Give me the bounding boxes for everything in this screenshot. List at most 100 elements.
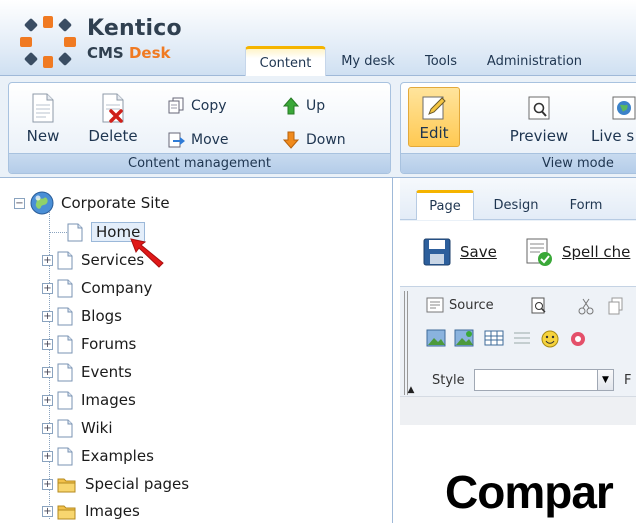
tree-item-label: Forums (81, 335, 137, 353)
cut-icon[interactable] (578, 297, 594, 315)
expand-icon[interactable]: + (42, 478, 53, 490)
tree-item-label: Special pages (85, 475, 190, 493)
tree-item-blogs[interactable]: + Blogs (42, 304, 122, 328)
tab-design[interactable]: Design (486, 190, 546, 220)
table-icon[interactable] (484, 329, 504, 347)
editor-separator (400, 396, 636, 425)
down-button[interactable]: Down (282, 129, 346, 151)
ribbon: New Delete Copy Move Up Down Content man… (0, 76, 636, 178)
tree-item-label: Blogs (81, 307, 122, 325)
expand-icon[interactable]: + (42, 310, 53, 322)
arrow-down-icon (282, 131, 300, 149)
preview-doc-icon[interactable] (530, 297, 548, 315)
expand-icon[interactable]: + (42, 282, 53, 294)
edit-mode-button[interactable]: Edit (408, 87, 460, 147)
new-button[interactable]: New (13, 93, 73, 147)
up-button[interactable]: Up (282, 95, 325, 117)
special-char-icon[interactable] (568, 329, 588, 349)
new-page-icon (32, 93, 54, 123)
expand-icon[interactable]: + (42, 366, 53, 378)
live-site-globe-icon (612, 96, 636, 120)
main-tabs: Content My desk Tools Administration (245, 46, 597, 76)
copy-button[interactable]: Copy (167, 95, 227, 117)
insert-image-icon[interactable] (454, 329, 474, 347)
tree-item-label: Examples (81, 447, 154, 465)
collapse-toolbar-icon[interactable]: ▲ (404, 367, 418, 395)
tree-item-special-pages[interactable]: + Special pages (42, 472, 189, 496)
tree-item-label: Company (81, 279, 153, 297)
page-content-area[interactable]: Compar (400, 425, 636, 523)
expand-icon[interactable]: + (42, 422, 53, 434)
brand-name: Kentico (87, 16, 182, 41)
tab-page[interactable]: Page (416, 190, 474, 220)
tree-item-images[interactable]: + Images (42, 388, 136, 412)
tab-my-desk[interactable]: My desk (326, 46, 410, 76)
kentico-cms-desk: Kentico CMS Desk Content My desk Tools A… (0, 0, 636, 523)
expand-icon[interactable]: + (42, 338, 53, 350)
dropdown-arrow-icon: ▼ (597, 370, 613, 390)
tree-connector (49, 232, 67, 233)
source-icon (426, 297, 444, 313)
view-mode-caption: View mode (401, 153, 636, 173)
page-icon (57, 279, 73, 297)
page-icon (57, 307, 73, 325)
source-button[interactable]: Source (426, 297, 494, 313)
page-toolbar: Save Spell che (400, 221, 636, 286)
tree-root[interactable]: − Corporate Site (14, 191, 170, 215)
spell-check-button[interactable]: Spell che (524, 237, 630, 267)
horizontal-line-icon[interactable] (512, 329, 532, 347)
smiley-icon[interactable] (540, 329, 560, 349)
image-icon[interactable] (426, 329, 446, 347)
folder-icon (57, 478, 76, 492)
content-management-group: New Delete Copy Move Up Down Content man… (8, 82, 391, 174)
style-select[interactable]: ▼ (474, 369, 614, 391)
preview-icon (528, 96, 550, 120)
style-label: Style (432, 373, 465, 388)
tree-root-label: Corporate Site (61, 194, 170, 212)
copy-icon[interactable] (608, 297, 624, 315)
spell-check-icon (526, 238, 552, 266)
expand-icon[interactable]: + (42, 505, 53, 517)
globe-icon (30, 191, 54, 215)
preview-mode-button[interactable]: Preview (501, 93, 577, 147)
tree-item-forums[interactable]: + Forums (42, 332, 136, 356)
page-icon (57, 335, 73, 353)
content-tree: − Corporate Site Home + Services + Compa… (0, 178, 393, 523)
tree-item-label: Images (85, 502, 140, 520)
pointer-arrow-icon (130, 238, 164, 268)
move-icon (168, 132, 185, 148)
tree-item-label: Wiki (81, 419, 113, 437)
tree-item-examples[interactable]: + Examples (42, 444, 154, 468)
content-tree-panel: − Corporate Site Home + Services + Compa… (0, 178, 393, 523)
live-site-button[interactable]: Live s (591, 93, 636, 147)
tree-item-company[interactable]: + Company (42, 276, 152, 300)
expand-icon[interactable]: + (42, 394, 53, 406)
tree-item-events[interactable]: + Events (42, 360, 132, 384)
expand-icon[interactable]: + (42, 254, 53, 266)
save-button[interactable]: Save (422, 237, 497, 267)
tree-item-label: Events (81, 363, 132, 381)
editor-tabs: Page Design Form (400, 178, 636, 220)
expand-icon[interactable]: + (42, 450, 53, 462)
tab-administration[interactable]: Administration (472, 46, 597, 76)
header-bar: Kentico CMS Desk Content My desk Tools A… (0, 0, 636, 76)
tab-form[interactable]: Form (560, 190, 612, 220)
page-icon (57, 251, 73, 269)
tree-item-label: Images (81, 391, 136, 409)
tab-content[interactable]: Content (245, 46, 326, 76)
save-disk-icon (423, 238, 451, 266)
page-icon (57, 391, 73, 409)
collapse-icon[interactable]: − (14, 197, 25, 209)
move-button[interactable]: Move (167, 129, 229, 151)
edit-pencil-icon (422, 96, 446, 120)
delete-button[interactable]: Delete (83, 93, 143, 147)
tab-tools[interactable]: Tools (410, 46, 472, 76)
kentico-logo-icon (20, 16, 76, 68)
editor-panel: Page Design Form Save Spell che Source ▲… (400, 178, 636, 523)
page-icon (67, 223, 83, 241)
tree-item-images-folder[interactable]: + Images (42, 499, 140, 523)
product-name: CMS Desk (87, 44, 171, 62)
page-icon (57, 447, 73, 465)
page-icon (57, 419, 73, 437)
tree-item-wiki[interactable]: + Wiki (42, 416, 113, 440)
